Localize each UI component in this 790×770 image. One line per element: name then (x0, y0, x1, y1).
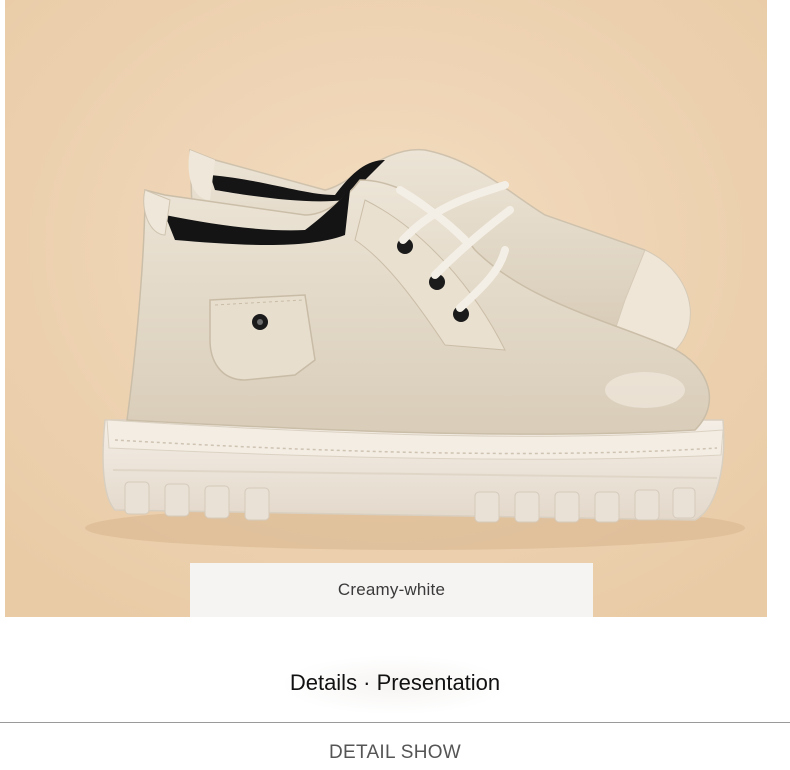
product-detail-page: Creamy-white Details · Presentation DETA… (0, 0, 790, 770)
section-title: Details · Presentation (289, 670, 501, 695)
section-divider (0, 722, 790, 723)
section-subtitle: DETAIL SHOW (328, 742, 462, 763)
color-option-label: Creamy-white (190, 563, 593, 617)
shoe-illustration (5, 0, 767, 617)
color-option-text: Creamy-white (337, 580, 446, 599)
front-shoe-sole (102, 419, 725, 523)
toe-highlight (605, 372, 685, 408)
product-photo (5, 0, 767, 617)
